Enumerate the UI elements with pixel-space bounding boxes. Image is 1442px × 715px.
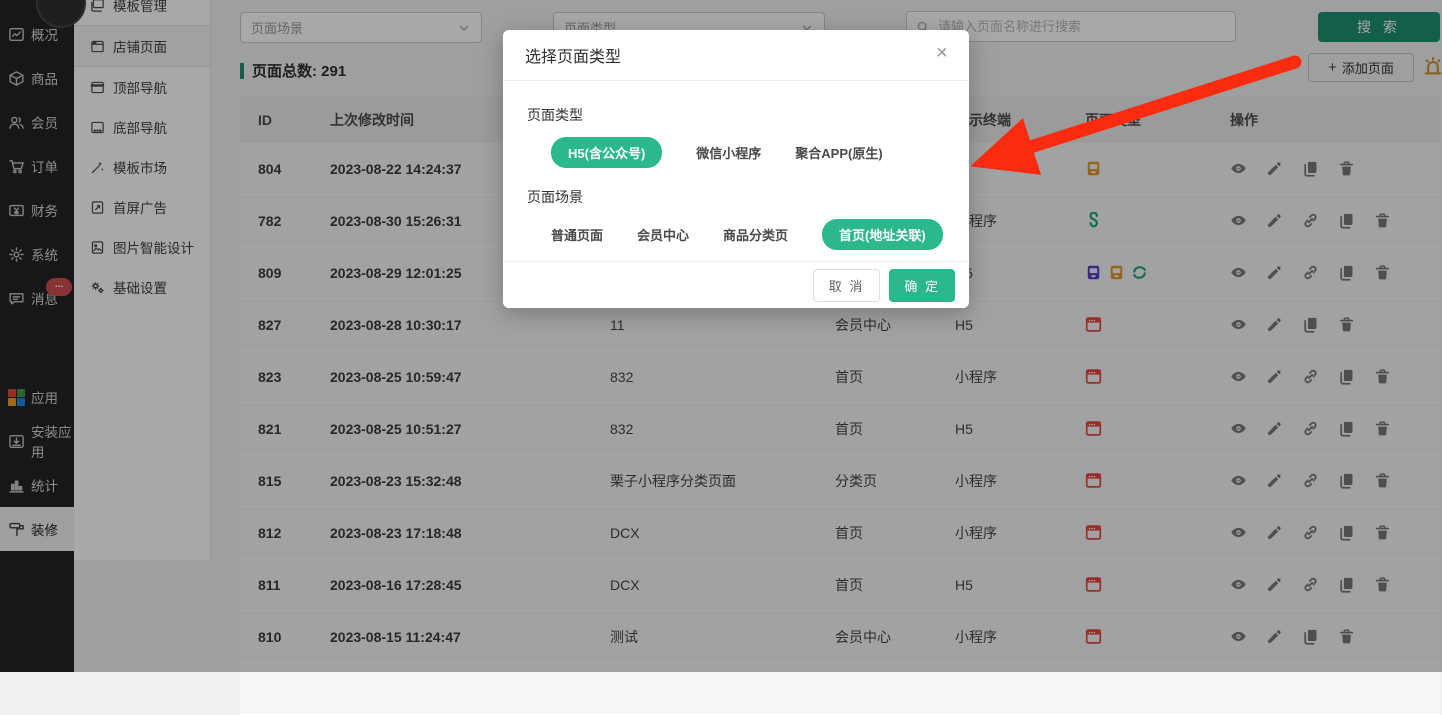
confirm-button[interactable]: 确 定 [889,269,955,302]
option-H5(含公众号)[interactable]: H5(含公众号) [551,137,662,168]
option-会员中心[interactable]: 会员中心 [637,225,689,244]
option-商品分类页[interactable]: 商品分类页 [723,225,788,244]
dialog-body: 页面类型 H5(含公众号) 微信小程序 聚合APP(原生) 页面场景普通页面 会员中心 商品… [503,81,969,248]
close-icon[interactable]: × [931,42,953,64]
option-首页(地址关联)[interactable]: 首页(地址关联) [822,219,943,250]
option-普通页面[interactable]: 普通页面 [551,225,603,244]
dialog-footer: 取 消 确 定 [503,261,969,308]
option-微信小程序[interactable]: 微信小程序 [696,143,761,162]
dialog-header: 选择页面类型 [503,30,969,81]
dialog-title: 选择页面类型 [525,43,621,67]
option-group: 普通页面 会员中心 商品分类页 首页(地址关联) [551,220,945,248]
option-group-label: 页面场景 [527,187,945,207]
select-page-type-dialog: 选择页面类型 × 页面类型 H5(含公众号) 微信小程序 聚合APP(原生) 页面场景普… [503,30,969,308]
option-group-label: 页面类型 [527,105,945,125]
cancel-button[interactable]: 取 消 [813,269,881,302]
option-group: H5(含公众号) 微信小程序 聚合APP(原生) [551,138,945,166]
option-聚合APP(原生)[interactable]: 聚合APP(原生) [795,143,882,162]
